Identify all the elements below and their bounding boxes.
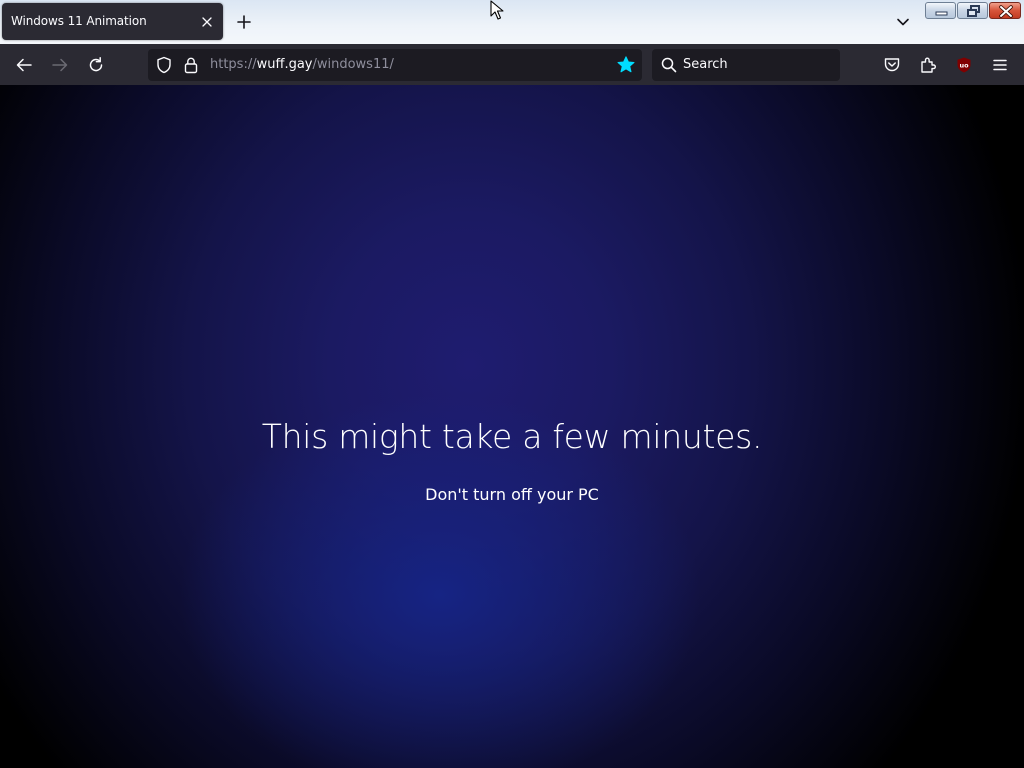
restore-button[interactable] — [957, 2, 988, 19]
minimize-button[interactable] — [925, 2, 956, 19]
mouse-cursor-icon — [490, 0, 506, 22]
chevron-down-icon[interactable] — [893, 12, 913, 32]
address-bar[interactable]: https://wuff.gay/windows11/ — [148, 49, 642, 81]
search-icon — [658, 54, 680, 76]
reload-icon[interactable] — [85, 54, 107, 76]
url-scheme: https:// — [210, 57, 257, 72]
extensions-puzzle-icon[interactable] — [917, 54, 939, 76]
tab-title: Windows 11 Animation — [11, 14, 147, 28]
bookmark-star-icon[interactable] — [615, 54, 637, 76]
tab-strip: Windows 11 Animation — [0, 0, 1024, 44]
lock-icon[interactable] — [180, 54, 202, 76]
url-text[interactable]: https://wuff.gay/windows11/ — [210, 57, 394, 72]
ublock-badge-text: uo — [959, 62, 969, 70]
ublock-origin-icon[interactable]: uo — [953, 54, 975, 76]
tab-windows-11-animation[interactable]: Windows 11 Animation — [2, 3, 223, 40]
forward-arrow-icon[interactable] — [49, 54, 71, 76]
back-arrow-icon[interactable] — [13, 54, 35, 76]
url-path: /windows11/ — [312, 57, 394, 72]
page-headline: This might take a few minutes. — [261, 417, 763, 456]
pocket-icon[interactable] — [881, 54, 903, 76]
page-content: This might take a few minutes. Don't tur… — [0, 85, 1024, 768]
navigation-toolbar: https://wuff.gay/windows11/ Search uo — [0, 44, 1024, 85]
page-subtext: Don't turn off your PC — [425, 485, 599, 504]
restore-icon — [967, 5, 980, 17]
tab-close-icon[interactable] — [198, 13, 216, 31]
new-tab-icon[interactable] — [234, 12, 254, 32]
tracking-protection-shield-icon[interactable] — [153, 54, 175, 76]
close-icon — [999, 5, 1013, 18]
minimize-icon — [935, 11, 948, 16]
close-window-button[interactable] — [989, 2, 1021, 19]
url-host: wuff.gay — [256, 57, 313, 72]
hamburger-menu-icon[interactable] — [989, 54, 1011, 76]
search-input[interactable]: Search — [652, 49, 840, 81]
search-placeholder: Search — [683, 57, 728, 72]
